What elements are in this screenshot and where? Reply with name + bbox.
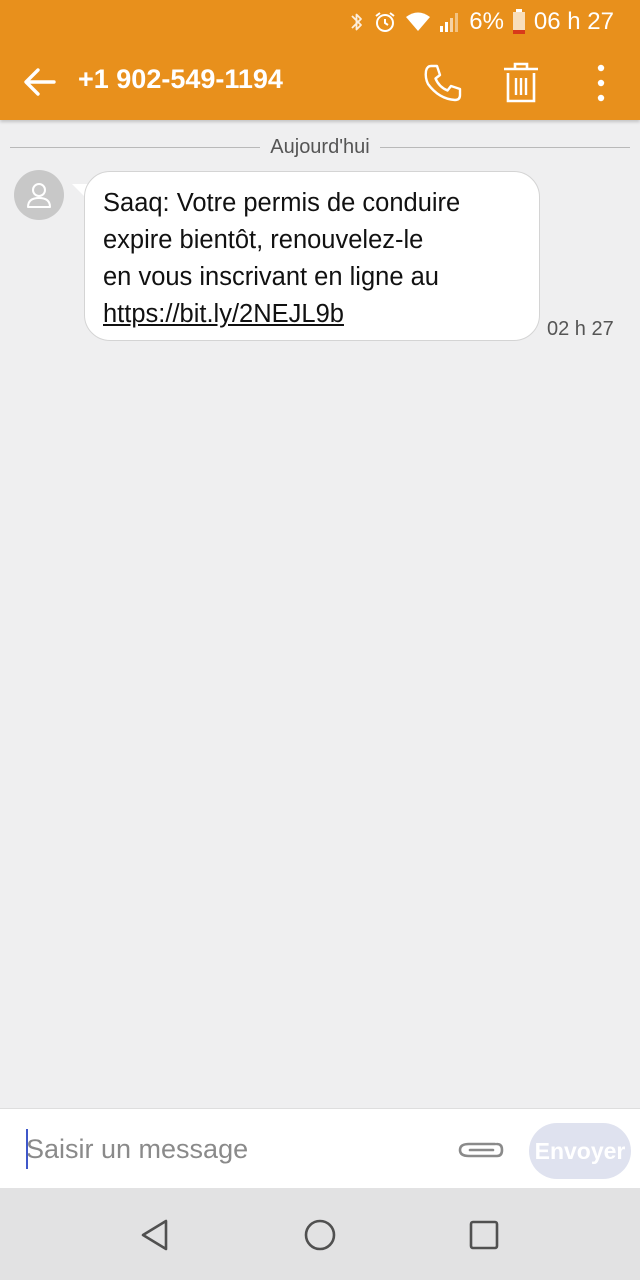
clock: 06 h 27 xyxy=(533,8,614,35)
date-divider: Aujourd'hui xyxy=(10,132,631,162)
status-bar: 6% 06 h 27 xyxy=(0,0,640,44)
message-timestamp: 02 h 27 xyxy=(547,318,614,340)
trash-icon xyxy=(504,62,538,103)
status-icons: 6% 06 h 27 xyxy=(349,6,614,38)
delete-button[interactable] xyxy=(496,58,546,108)
paperclip-icon xyxy=(458,1142,504,1158)
message-line: expire bientôt, renouvelez-le xyxy=(103,226,424,254)
nav-home-button[interactable] xyxy=(295,1210,345,1260)
person-icon xyxy=(27,183,51,208)
date-label: Aujourd'hui xyxy=(270,135,370,158)
square-recents-icon xyxy=(469,1220,499,1250)
triangle-back-icon xyxy=(141,1219,168,1251)
more-vertical-icon xyxy=(597,64,605,102)
attach-button[interactable] xyxy=(452,1129,508,1169)
compose-bar: Envoyer xyxy=(0,1108,640,1189)
toolbar: +1 902-549-1194 xyxy=(0,44,640,120)
nav-back-button[interactable] xyxy=(130,1210,180,1260)
back-button[interactable] xyxy=(18,60,62,104)
message-line: Saaq: Votre permis de conduire xyxy=(103,189,461,217)
bluetooth-icon xyxy=(349,10,365,34)
signal-icon xyxy=(439,11,461,33)
nav-recents-button[interactable] xyxy=(459,1210,509,1260)
battery-icon xyxy=(512,9,526,35)
more-options-button[interactable] xyxy=(576,58,626,108)
navigation-bar xyxy=(0,1188,640,1280)
app-bar: 6% 06 h 27 +1 902-549-1194 xyxy=(0,0,640,120)
text-cursor xyxy=(26,1129,28,1169)
message-link[interactable]: https://bit.ly/2NEJL9b xyxy=(103,300,344,328)
battery-percent: 6% xyxy=(469,8,504,35)
divider-line xyxy=(10,146,261,148)
call-button[interactable] xyxy=(418,58,468,108)
circle-home-icon xyxy=(304,1219,336,1251)
divider-line xyxy=(379,146,631,148)
contact-number: +1 902-549-1194 xyxy=(78,64,283,94)
message-bubble[interactable]: Saaq: Votre permis de conduire expire bi… xyxy=(84,171,540,341)
arrow-left-icon xyxy=(24,68,56,96)
send-button[interactable]: Envoyer xyxy=(529,1123,631,1179)
message-input[interactable] xyxy=(26,1129,436,1169)
alarm-icon xyxy=(373,10,397,34)
wifi-icon xyxy=(405,11,431,33)
message-line: en vous inscrivant en ligne au xyxy=(103,263,439,291)
phone-icon xyxy=(424,64,462,102)
avatar[interactable] xyxy=(14,170,64,220)
